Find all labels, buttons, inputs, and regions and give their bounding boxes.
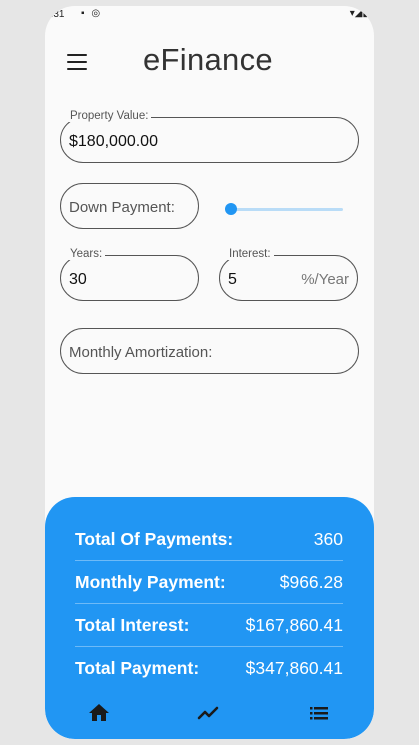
interest-suffix: %/Year [301,271,349,288]
status-bar: 0:31 ▪ ◎ ▾◢▮ [45,6,374,24]
property-value-field[interactable]: Property Value: $180,000.00 [60,110,359,163]
notification-icons: ▪ ◎ [81,8,103,19]
interest-label: Interest: [226,248,274,260]
list-icon[interactable] [307,701,331,725]
property-value-label: Property Value: [67,110,152,122]
app-title: eFinance [143,42,273,77]
down-payment-slider[interactable] [225,203,343,215]
monthly-amortization-input[interactable]: Monthly Amortization: [69,344,212,361]
summary-row-monthly-payment: Monthly Payment: $966.28 [75,561,343,604]
interest-field[interactable]: Interest: 5 %/Year [219,248,358,301]
summary-key: Total Payment: [75,658,200,678]
down-payment-input[interactable]: Down Payment: [69,199,175,216]
years-input[interactable]: 30 [69,271,87,289]
home-icon[interactable] [87,701,111,725]
down-payment-field[interactable]: Down Payment: [60,183,199,229]
app-screen: 0:31 ▪ ◎ ▾◢▮ eFinance Property Value: $1… [45,6,374,739]
property-value-input[interactable]: $180,000.00 [69,133,158,151]
summary-value: 360 [313,529,343,549]
monthly-amortization-field[interactable]: Monthly Amortization: [60,328,359,374]
trending-icon[interactable] [197,701,221,725]
summary-value: $167,860.41 [245,615,343,635]
slider-track [225,208,343,211]
summary-panel: Total Of Payments: 360 Monthly Payment: … [45,497,374,739]
summary-key: Total Interest: [75,615,190,635]
summary-key: Total Of Payments: [75,529,234,549]
bottom-navigation [45,693,374,735]
signal-battery-icons: ▾◢▮ [349,8,368,19]
app-bar: eFinance [45,36,374,90]
menu-icon[interactable] [67,54,89,72]
slider-thumb[interactable] [225,203,237,215]
summary-key: Monthly Payment: [75,572,226,592]
summary-row-total-interest: Total Interest: $167,860.41 [75,604,343,647]
summary-row-total-payments: Total Of Payments: 360 [75,518,343,561]
summary-value: $347,860.41 [245,658,343,678]
interest-input[interactable]: 5 [228,271,237,289]
summary-row-total-payment: Total Payment: $347,860.41 [75,647,343,690]
summary-value: $966.28 [279,572,343,592]
years-label: Years: [67,248,106,260]
years-field[interactable]: Years: 30 [60,248,199,301]
status-time: 0:31 [45,9,65,20]
